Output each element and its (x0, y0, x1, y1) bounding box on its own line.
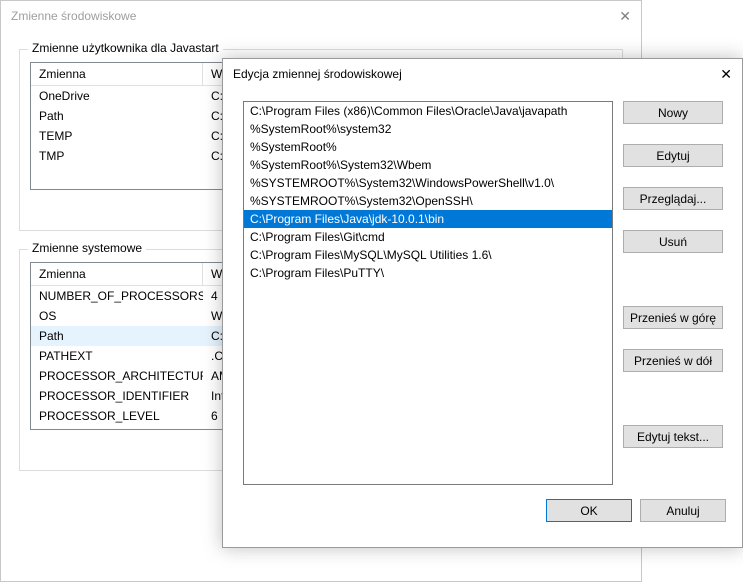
cell-variable: PATHEXT (31, 347, 203, 365)
browse-button[interactable]: Przeglądaj... (623, 187, 723, 210)
side-buttons: Nowy Edytuj Przeglądaj... Usuń Przenieś … (623, 101, 723, 485)
path-entries-list[interactable]: C:\Program Files (x86)\Common Files\Orac… (243, 101, 613, 485)
cancel-button[interactable]: Anuluj (640, 499, 726, 522)
list-item[interactable]: C:\Program Files\Git\cmd (244, 228, 612, 246)
cell-variable: PROCESSOR_ARCHITECTURE (31, 367, 203, 385)
edit-text-button[interactable]: Edytuj tekst... (623, 425, 723, 448)
list-item[interactable]: %SYSTEMROOT%\System32\WindowsPowerShell\… (244, 174, 612, 192)
move-up-button[interactable]: Przenieś w górę (623, 306, 723, 329)
list-item[interactable]: C:\Program Files\Java\jdk-10.0.1\bin (244, 210, 612, 228)
list-item[interactable]: C:\Program Files\PuTTY\ (244, 264, 612, 282)
title-bar: Zmienne środowiskowe ✕ (1, 1, 641, 31)
edit-env-var-dialog: Edycja zmiennej środowiskowej ✕ C:\Progr… (222, 58, 743, 548)
cell-variable: PROCESSOR_LEVEL (31, 407, 203, 425)
group-label: Zmienne użytkownika dla Javastart (28, 41, 223, 55)
list-item[interactable]: C:\Program Files\MySQL\MySQL Utilities 1… (244, 246, 612, 264)
cell-variable: OS (31, 307, 203, 325)
column-variable[interactable]: Zmienna (31, 263, 203, 285)
cell-variable: Path (31, 107, 203, 125)
group-label: Zmienne systemowe (28, 241, 146, 255)
column-variable[interactable]: Zmienna (31, 63, 203, 85)
cell-variable: NUMBER_OF_PROCESSORS (31, 287, 203, 305)
list-item[interactable]: %SystemRoot%\system32 (244, 120, 612, 138)
ok-button[interactable]: OK (546, 499, 632, 522)
dialog-footer: OK Anuluj (223, 493, 742, 536)
cell-variable: OneDrive (31, 87, 203, 105)
dialog-title: Edycja zmiennej środowiskowej (233, 67, 402, 81)
cell-variable: PROCESSOR_IDENTIFIER (31, 387, 203, 405)
edit-button[interactable]: Edytuj (623, 144, 723, 167)
cell-variable: TMP (31, 147, 203, 165)
cell-variable: Path (31, 327, 203, 345)
close-icon[interactable]: ✕ (720, 66, 732, 83)
list-item[interactable]: C:\Program Files (x86)\Common Files\Orac… (244, 102, 612, 120)
list-item[interactable]: %SystemRoot%\System32\Wbem (244, 156, 612, 174)
close-icon[interactable]: ✕ (619, 8, 631, 25)
delete-button[interactable]: Usuń (623, 230, 723, 253)
move-down-button[interactable]: Przenieś w dół (623, 349, 723, 372)
cell-variable: TEMP (31, 127, 203, 145)
list-item[interactable]: %SYSTEMROOT%\System32\OpenSSH\ (244, 192, 612, 210)
list-item[interactable]: %SystemRoot% (244, 138, 612, 156)
dialog-title: Zmienne środowiskowe (11, 9, 136, 23)
title-bar: Edycja zmiennej środowiskowej ✕ (223, 59, 742, 89)
new-button[interactable]: Nowy (623, 101, 723, 124)
